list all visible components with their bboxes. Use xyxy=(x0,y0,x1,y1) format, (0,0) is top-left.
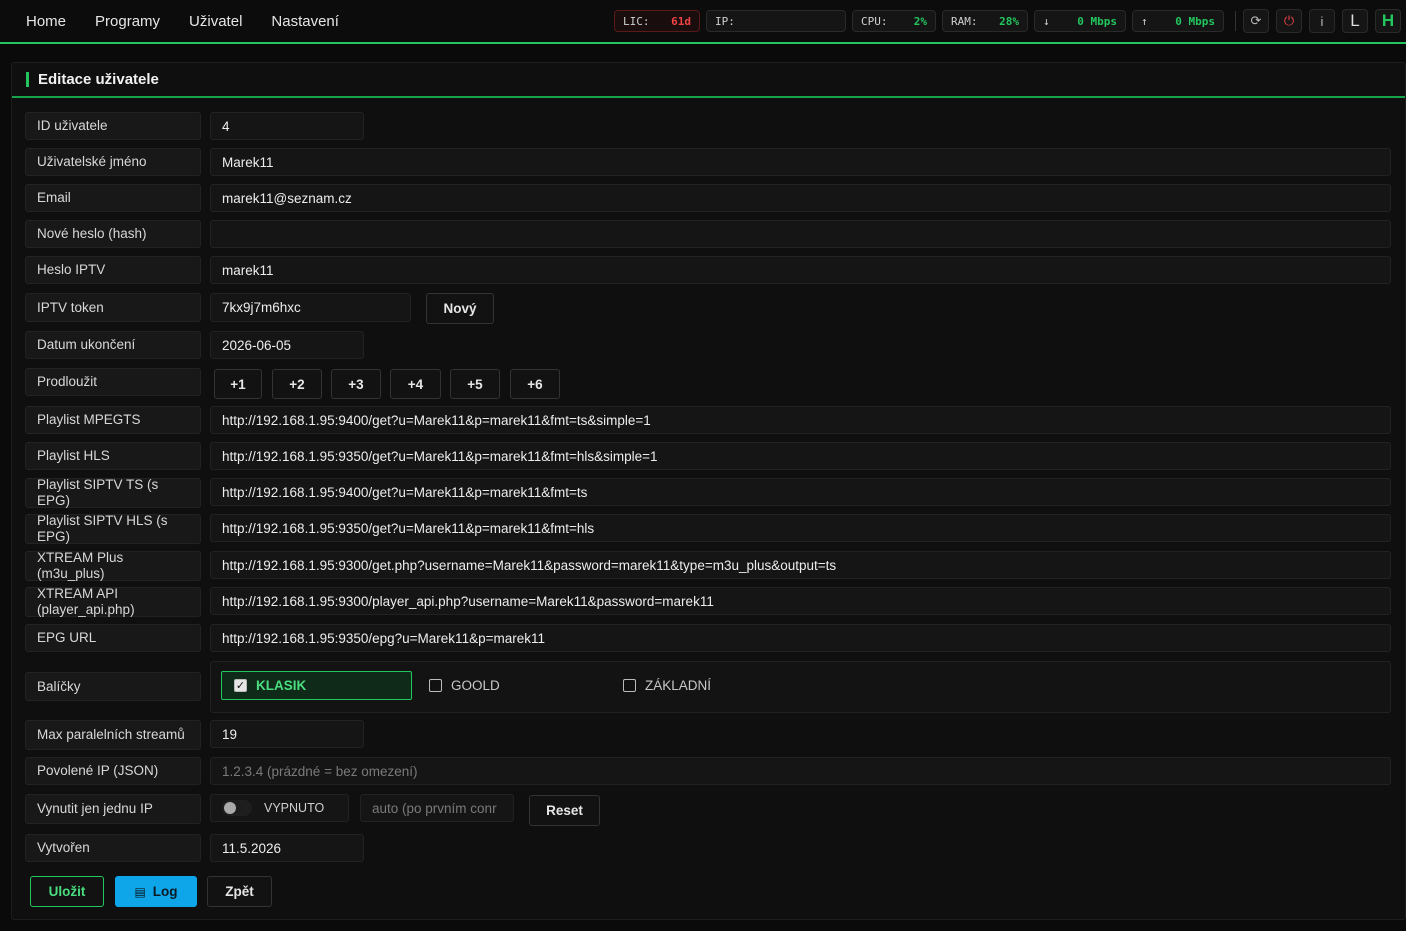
main-nav: Home Programy Uživatel Nastavení xyxy=(0,13,368,30)
download-value: 0 Mbps xyxy=(1077,14,1117,28)
ram-value: 28% xyxy=(999,14,1019,28)
allowed-ip-field[interactable]: 1.2.3.4 (prázdné = bez omezení) xyxy=(210,757,1391,785)
single-ip-toggle-label: VYPNUTO xyxy=(264,801,325,815)
edit-user-panel: Editace uživatele ID uživatele 4 Uživate… xyxy=(11,62,1406,920)
username-field[interactable]: Marek11 xyxy=(210,148,1391,176)
playlist-hls-label: Playlist HLS xyxy=(25,442,201,470)
allowed-ip-label: Povolené IP (JSON) xyxy=(25,757,201,785)
nav-nastaveni[interactable]: Nastavení xyxy=(271,13,339,30)
back-button[interactable]: Zpět xyxy=(207,876,272,907)
end-date-field[interactable]: 2026-06-05 xyxy=(210,331,364,359)
layout-h-button[interactable]: H xyxy=(1375,9,1401,33)
nav-uzivatel[interactable]: Uživatel xyxy=(189,13,242,30)
log-button[interactable]: ▤ Log xyxy=(115,876,197,907)
playlist-siptv-ts-field[interactable]: http://192.168.1.95:9400/get?u=Marek11&p… xyxy=(210,478,1391,506)
end-date-label: Datum ukončení xyxy=(25,331,201,359)
iptv-password-label: Heslo IPTV xyxy=(25,256,201,284)
xtream-api-label: XTREAM API (player_api.php) xyxy=(25,586,201,617)
playlist-hls-field[interactable]: http://192.168.1.95:9350/get?u=Marek11&p… xyxy=(210,442,1391,470)
checkbox-unchecked-icon xyxy=(429,679,442,692)
info-icon[interactable]: i xyxy=(1309,9,1335,33)
top-bar: Home Programy Uživatel Nastavení LIC: 61… xyxy=(0,0,1406,44)
package-goold-label: GOOLD xyxy=(451,678,500,693)
new-password-label: Nové heslo (hash) xyxy=(25,220,201,248)
xtream-api-field[interactable]: http://192.168.1.95:9300/player_api.php?… xyxy=(210,587,1391,615)
single-ip-reset-button[interactable]: Reset xyxy=(529,795,600,826)
id-field[interactable]: 4 xyxy=(210,112,364,140)
iptv-token-field[interactable]: 7kx9j7m6hxc xyxy=(210,293,411,322)
power-icon[interactable]: ⏻ xyxy=(1276,9,1302,33)
playlist-mpegts-label: Playlist MPEGTS xyxy=(25,406,201,434)
status-stats: LIC: 61d IP: CPU: 2% RAM: 28% ↓ 0 Mbps ↑… xyxy=(614,9,1406,33)
iptv-password-field[interactable]: marek11 xyxy=(210,256,1391,284)
toggle-switch-icon xyxy=(222,800,252,816)
created-field[interactable]: 11.5.2026 xyxy=(210,834,364,862)
panel-header: Editace uživatele xyxy=(12,63,1405,98)
id-label: ID uživatele xyxy=(25,112,201,140)
epg-url-label: EPG URL xyxy=(25,624,201,652)
ip-pill: IP: xyxy=(706,10,846,32)
ram-label: RAM: xyxy=(951,14,978,28)
header-accent-bar xyxy=(26,72,29,87)
single-ip-label: Vynutit jen jednu IP xyxy=(25,794,201,824)
license-pill: LIC: 61d xyxy=(614,10,700,32)
download-arrow-icon: ↓ xyxy=(1043,14,1050,28)
username-label: Uživatelské jméno xyxy=(25,148,201,176)
extend-plus-1-button[interactable]: +1 xyxy=(214,369,262,399)
nav-home[interactable]: Home xyxy=(26,13,66,30)
package-goold[interactable]: GOOLD xyxy=(429,678,500,693)
divider xyxy=(1235,11,1236,31)
refresh-icon[interactable]: ⟳ xyxy=(1243,9,1269,33)
extend-plus-2-button[interactable]: +2 xyxy=(272,369,322,399)
cpu-pill: CPU: 2% xyxy=(852,10,936,32)
package-klasik[interactable]: ✓ KLASIK xyxy=(221,671,412,700)
xtream-plus-label: XTREAM Plus (m3u_plus) xyxy=(25,550,201,581)
checkbox-unchecked-icon xyxy=(623,679,636,692)
single-ip-auto-field[interactable]: auto (po prvním conr xyxy=(360,794,514,822)
max-streams-field[interactable]: 19 xyxy=(210,720,364,748)
log-button-label: Log xyxy=(152,884,178,899)
upload-pill: ↑ 0 Mbps xyxy=(1132,10,1224,32)
packages-container: ✓ KLASIK GOOLD ZÁKLADNÍ xyxy=(210,661,1391,713)
package-zakladni-label: ZÁKLADNÍ xyxy=(645,678,712,693)
created-label: Vytvořen xyxy=(25,834,201,862)
cpu-value: 2% xyxy=(913,14,927,28)
extend-label: Prodloužit xyxy=(25,368,201,396)
checkbox-checked-icon: ✓ xyxy=(234,679,247,692)
clipboard-icon: ▤ xyxy=(134,884,146,899)
playlist-siptv-hls-field[interactable]: http://192.168.1.95:9350/get?u=Marek11&p… xyxy=(210,514,1391,542)
epg-url-field[interactable]: http://192.168.1.95:9350/epg?u=Marek11&p… xyxy=(210,624,1391,652)
new-token-button[interactable]: Nový xyxy=(426,293,494,324)
xtream-plus-field[interactable]: http://192.168.1.95:9300/get.php?usernam… xyxy=(210,551,1391,579)
ram-pill: RAM: 28% xyxy=(942,10,1028,32)
license-value: 61d xyxy=(671,14,691,28)
package-zakladni[interactable]: ZÁKLADNÍ xyxy=(623,678,711,693)
cpu-label: CPU: xyxy=(861,14,888,28)
new-password-field[interactable] xyxy=(210,220,1391,248)
save-button[interactable]: Uložit xyxy=(30,876,104,907)
upload-arrow-icon: ↑ xyxy=(1141,14,1148,28)
page-title: Editace uživatele xyxy=(38,71,159,88)
playlist-siptv-hls-label: Playlist SIPTV HLS (s EPG) xyxy=(25,513,201,544)
playlist-siptv-ts-label: Playlist SIPTV TS (s EPG) xyxy=(25,477,201,508)
download-pill: ↓ 0 Mbps xyxy=(1034,10,1126,32)
max-streams-label: Max paralelních streamů xyxy=(25,720,201,750)
ip-label: IP: xyxy=(715,14,735,28)
packages-label: Balíčky xyxy=(25,672,201,701)
iptv-token-label: IPTV token xyxy=(25,293,201,322)
email-field[interactable]: marek11@seznam.cz xyxy=(210,184,1391,212)
extend-plus-4-button[interactable]: +4 xyxy=(390,369,441,399)
license-label: LIC: xyxy=(623,14,650,28)
layout-l-button[interactable]: L xyxy=(1342,9,1368,33)
email-label: Email xyxy=(25,184,201,212)
extend-plus-3-button[interactable]: +3 xyxy=(331,369,381,399)
nav-programy[interactable]: Programy xyxy=(95,13,160,30)
extend-plus-5-button[interactable]: +5 xyxy=(450,369,500,399)
extend-plus-6-button[interactable]: +6 xyxy=(510,369,560,399)
package-klasik-label: KLASIK xyxy=(256,678,307,693)
playlist-mpegts-field[interactable]: http://192.168.1.95:9400/get?u=Marek11&p… xyxy=(210,406,1391,434)
upload-value: 0 Mbps xyxy=(1175,14,1215,28)
single-ip-toggle[interactable]: VYPNUTO xyxy=(210,794,349,822)
